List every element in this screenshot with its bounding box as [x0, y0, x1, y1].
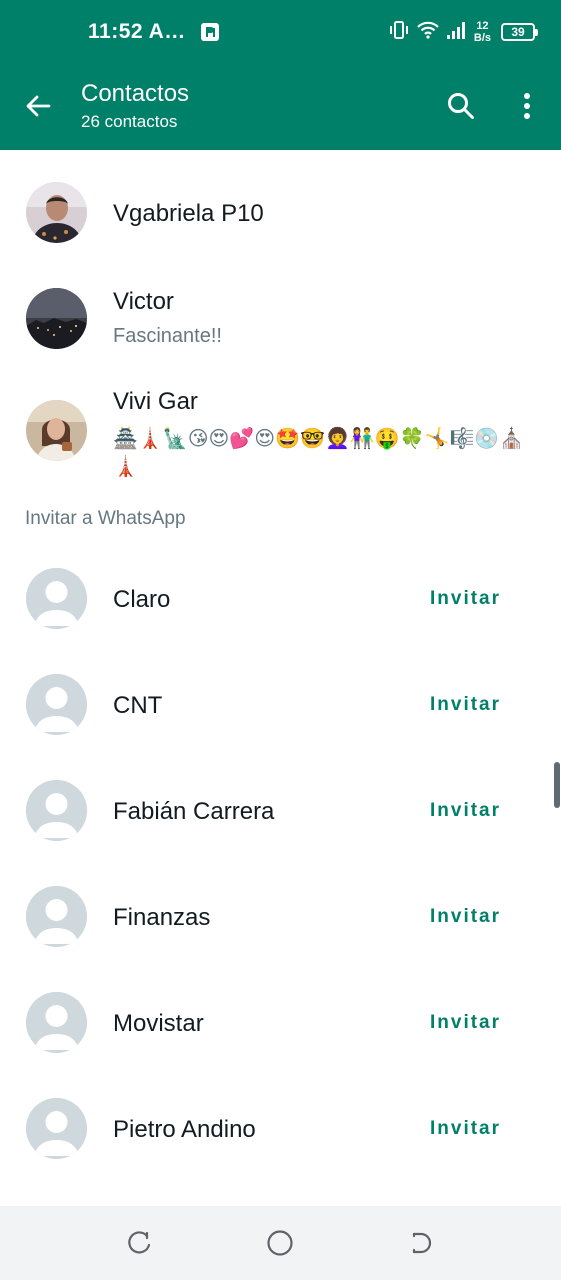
wifi-icon: [416, 20, 440, 45]
invite-button[interactable]: Invitar: [430, 906, 501, 928]
scrollbar-thumb[interactable]: [554, 762, 560, 808]
invite-button[interactable]: Invitar: [430, 1012, 501, 1034]
invite-contact-row[interactable]: CNT Invitar: [0, 674, 561, 780]
contact-row[interactable]: Victor Fascinante!!: [0, 288, 561, 350]
default-avatar-icon: [26, 780, 87, 841]
contact-name: Pietro Andino: [113, 1116, 256, 1143]
contact-name: Finanzas: [113, 904, 211, 931]
invite-button[interactable]: Invitar: [430, 694, 501, 716]
contact-status: Fascinante!!: [113, 325, 222, 347]
more-vert-icon: [524, 93, 530, 119]
contact-name: CNT: [113, 692, 163, 719]
battery-icon: 39: [501, 23, 538, 41]
invite-contact-row[interactable]: Claro Invitar: [0, 568, 561, 674]
recents-icon: [128, 1231, 151, 1254]
contact-row[interactable]: Vivi Gar 🏯🗼🗽😘😍💕😍🤩🤓👩‍🦱👫🤑🍀🤸🎼💿⛪🗼: [0, 388, 561, 480]
invite-contact-row[interactable]: Finanzas Invitar: [0, 886, 561, 992]
contact-name: Movistar: [113, 1010, 204, 1037]
invite-contact-row[interactable]: Pietro Andino Invitar: [0, 1098, 561, 1204]
app-bar: Contactos 26 contactos: [0, 62, 561, 150]
home-button[interactable]: [263, 1226, 297, 1260]
default-avatar-icon: [26, 1098, 87, 1159]
notification-icon: [200, 22, 220, 42]
status-icons: 12 B/s 39: [388, 16, 538, 48]
section-header-invite: Invitar a WhatsApp: [25, 508, 186, 529]
default-avatar-icon: [26, 992, 87, 1053]
default-avatar-icon: [26, 568, 87, 629]
contact-row[interactable]: Vgabriela P10: [0, 182, 561, 244]
net-speed: 12 B/s: [474, 20, 491, 44]
avatar: [26, 400, 87, 461]
status-time: 11:52 A…: [88, 20, 186, 43]
default-avatar-icon: [26, 886, 87, 947]
invite-contact-row[interactable]: Movistar Invitar: [0, 992, 561, 1098]
title-block: Contactos 26 contactos: [81, 80, 189, 134]
contact-name: Victor: [113, 288, 174, 315]
arrow-left-icon: [26, 95, 51, 117]
default-avatar-icon: [26, 674, 87, 735]
net-speed-value: 12: [476, 20, 489, 32]
system-nav-bar: [0, 1206, 561, 1280]
page-title: Contactos: [81, 80, 190, 107]
invite-button[interactable]: Invitar: [430, 800, 501, 822]
net-speed-unit: B/s: [473, 32, 491, 44]
avatar: [26, 288, 87, 349]
invite-button[interactable]: Invitar: [430, 588, 501, 610]
page-subtitle: 26 contactos: [81, 112, 178, 131]
search-icon: [448, 93, 474, 119]
recents-button[interactable]: [123, 1226, 157, 1260]
contact-name: Claro: [113, 586, 171, 613]
invite-button[interactable]: Invitar: [430, 1118, 501, 1140]
search-button[interactable]: [441, 86, 481, 126]
invite-contact-row[interactable]: Fabián Carrera Invitar: [0, 780, 561, 886]
home-icon: [267, 1230, 293, 1256]
battery-level: 39: [511, 25, 525, 39]
back-nav-icon: [412, 1232, 432, 1254]
contact-name: Fabián Carrera: [113, 798, 275, 825]
contact-name: Vgabriela P10: [113, 200, 264, 227]
signal-icon: [446, 20, 466, 45]
back-nav-button[interactable]: [403, 1226, 437, 1260]
back-button[interactable]: [18, 86, 58, 126]
contact-status: 🏯🗼🗽😘😍💕😍🤩🤓👩‍🦱👫🤑🍀🤸🎼💿⛪🗼: [113, 426, 525, 478]
contact-name: Vivi Gar: [113, 388, 198, 415]
status-bar: 11:52 A… 12 B/s 39: [0, 0, 561, 62]
vibrate-icon: [388, 20, 410, 45]
more-options-button[interactable]: [507, 86, 547, 126]
avatar: [26, 182, 87, 243]
